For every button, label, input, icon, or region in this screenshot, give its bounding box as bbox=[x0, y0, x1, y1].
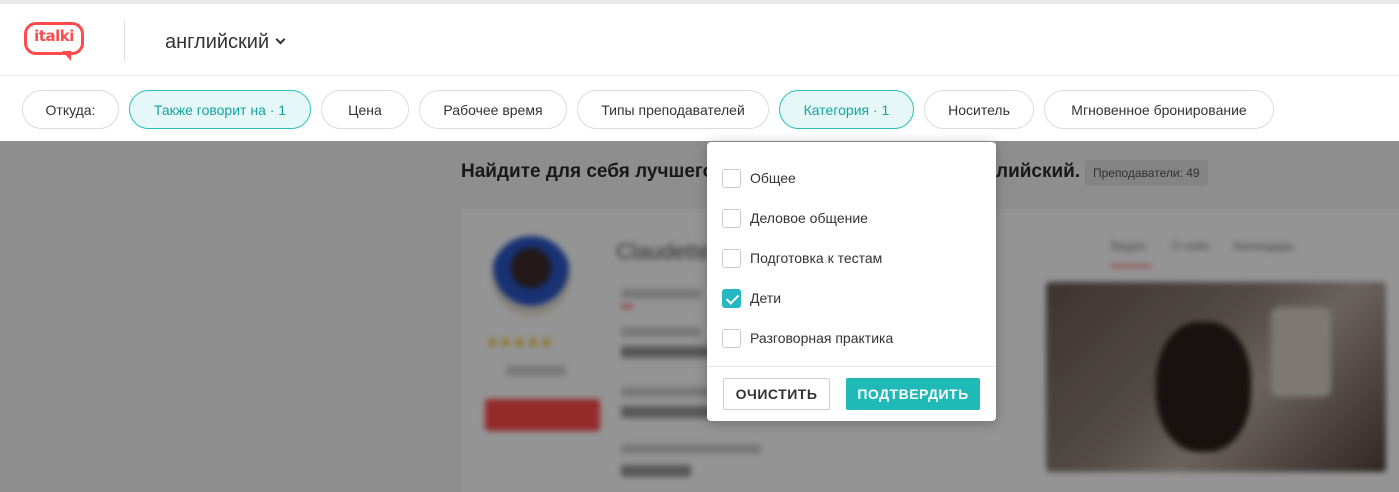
category-option-general[interactable]: Общее bbox=[722, 167, 796, 189]
filter-also-speaks[interactable]: Также говорит на · 1 bbox=[129, 90, 311, 129]
filter-from[interactable]: Откуда: bbox=[22, 90, 119, 129]
logo-text: italki bbox=[34, 27, 74, 45]
category-option-test-prep[interactable]: Подготовка к тестам bbox=[722, 247, 882, 269]
header: italki английский bbox=[0, 4, 1399, 76]
logo-tail bbox=[62, 51, 71, 61]
filter-teacher-types[interactable]: Типы преподавателей bbox=[577, 90, 769, 129]
modal-overlay[interactable] bbox=[0, 141, 1399, 492]
filter-instant-booking[interactable]: Мгновенное бронирование bbox=[1044, 90, 1274, 129]
checkbox-checked[interactable] bbox=[722, 288, 741, 308]
clear-button[interactable]: ОЧИСТИТЬ bbox=[723, 378, 830, 410]
checkbox[interactable] bbox=[722, 208, 741, 228]
category-option-kids[interactable]: Дети bbox=[722, 287, 781, 309]
checkbox[interactable] bbox=[722, 248, 741, 268]
category-dropdown: Общее Деловое общение Подготовка к теста… bbox=[707, 142, 996, 421]
chevron-down-icon bbox=[275, 34, 286, 45]
filter-native[interactable]: Носитель bbox=[924, 90, 1034, 129]
filter-bar: Откуда: Также говорит на · 1 Цена Рабоче… bbox=[0, 77, 1399, 141]
language-label: английский bbox=[165, 30, 270, 53]
option-label: Разговорная практика bbox=[750, 330, 894, 346]
option-label: Дети bbox=[750, 290, 782, 306]
filter-working-hours[interactable]: Рабочее время bbox=[419, 90, 567, 129]
checkbox[interactable] bbox=[722, 328, 741, 348]
option-label: Подготовка к тестам bbox=[750, 250, 883, 266]
option-label: Деловое общение bbox=[750, 210, 868, 226]
language-selector[interactable]: английский bbox=[165, 28, 286, 56]
filter-price[interactable]: Цена bbox=[321, 90, 409, 129]
header-divider bbox=[124, 20, 125, 62]
checkbox[interactable] bbox=[722, 168, 741, 188]
dropdown-divider bbox=[707, 366, 996, 367]
confirm-button[interactable]: ПОДТВЕРДИТЬ bbox=[846, 378, 980, 410]
category-option-business[interactable]: Деловое общение bbox=[722, 207, 868, 229]
filter-category[interactable]: Категория · 1 bbox=[779, 90, 914, 129]
italki-logo[interactable]: italki bbox=[24, 22, 86, 62]
option-label: Общее bbox=[750, 170, 796, 186]
category-option-conversation[interactable]: Разговорная практика bbox=[722, 327, 893, 349]
